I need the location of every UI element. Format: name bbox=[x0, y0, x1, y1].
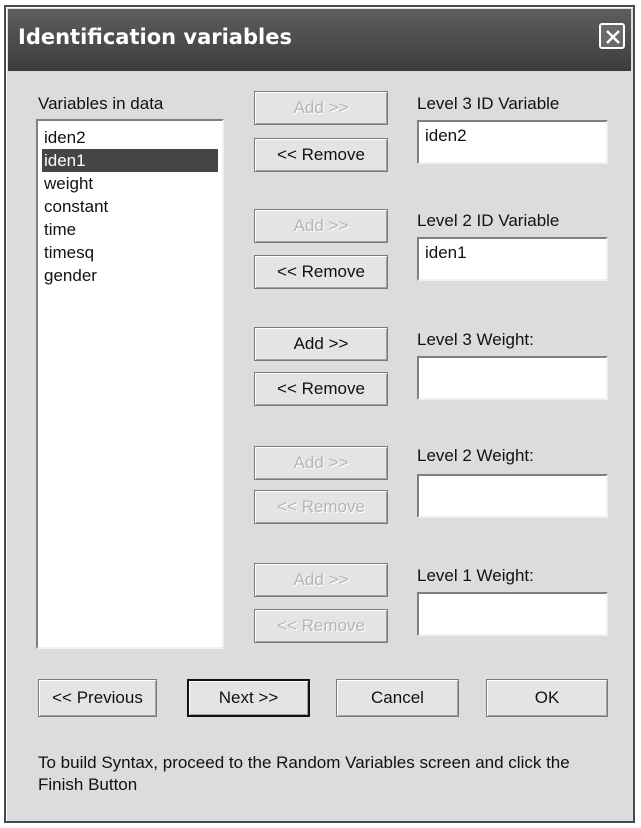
remove-level1-weight-button[interactable]: << Remove bbox=[254, 609, 388, 643]
remove-level3-id-button[interactable]: << Remove bbox=[254, 138, 388, 172]
cancel-button[interactable]: Cancel bbox=[336, 679, 459, 717]
list-item[interactable]: iden1 bbox=[42, 149, 218, 172]
level3-weight-field[interactable] bbox=[417, 356, 608, 400]
add-level3-id-button[interactable]: Add >> bbox=[254, 91, 388, 125]
list-item[interactable]: time bbox=[42, 218, 218, 241]
dialog-title: Identification variables bbox=[18, 25, 292, 49]
close-icon bbox=[606, 30, 620, 44]
level2-weight-field[interactable] bbox=[417, 474, 608, 518]
level3-weight-label: Level 3 Weight: bbox=[417, 330, 534, 349]
level1-weight-field[interactable] bbox=[417, 592, 608, 636]
next-button[interactable]: Next >> bbox=[187, 679, 310, 717]
list-item[interactable]: gender bbox=[42, 264, 218, 287]
level2-id-field[interactable]: iden1 bbox=[417, 237, 608, 281]
variables-listbox[interactable]: iden2 iden1 weight constant time timesq … bbox=[36, 119, 224, 649]
title-bar: Identification variables bbox=[8, 9, 631, 71]
ok-button[interactable]: OK bbox=[486, 679, 608, 717]
close-button[interactable] bbox=[599, 23, 625, 49]
previous-button[interactable]: << Previous bbox=[38, 679, 157, 717]
variables-label: Variables in data bbox=[38, 94, 164, 113]
level2-weight-label: Level 2 Weight: bbox=[417, 446, 534, 465]
level3-id-field[interactable]: iden2 bbox=[417, 120, 608, 164]
add-level2-id-button[interactable]: Add >> bbox=[254, 209, 388, 243]
footer-hint: To build Syntax, proceed to the Random V… bbox=[38, 753, 570, 794]
add-level1-weight-button[interactable]: Add >> bbox=[254, 563, 388, 597]
add-level2-weight-button[interactable]: Add >> bbox=[254, 446, 388, 480]
list-item[interactable]: timesq bbox=[42, 241, 218, 264]
add-level3-weight-button[interactable]: Add >> bbox=[254, 327, 388, 361]
remove-level3-weight-button[interactable]: << Remove bbox=[254, 372, 388, 406]
list-item[interactable]: weight bbox=[42, 172, 218, 195]
level2-id-label: Level 2 ID Variable bbox=[417, 211, 560, 230]
remove-level2-id-button[interactable]: << Remove bbox=[254, 255, 388, 289]
list-item[interactable]: iden2 bbox=[42, 126, 218, 149]
level1-weight-label: Level 1 Weight: bbox=[417, 566, 534, 585]
level3-id-label: Level 3 ID Variable bbox=[417, 94, 560, 113]
list-item[interactable]: constant bbox=[42, 195, 218, 218]
remove-level2-weight-button[interactable]: << Remove bbox=[254, 490, 388, 524]
